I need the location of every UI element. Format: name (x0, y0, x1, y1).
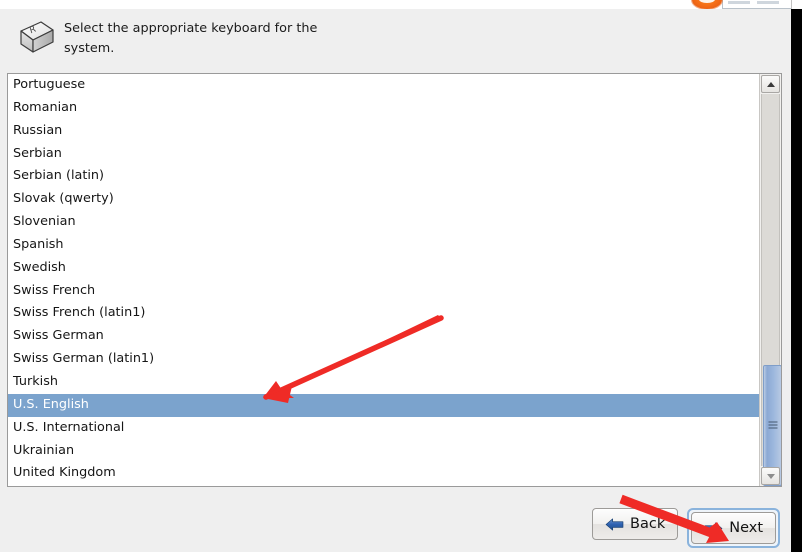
list-item[interactable]: Serbian (8, 143, 759, 166)
list-item[interactable]: Spanish (8, 234, 759, 257)
list-item[interactable]: Swiss German (latin1) (8, 348, 759, 371)
scroll-up-button[interactable] (761, 75, 780, 93)
keyboard-layout-listbox[interactable]: Portuguese Romanian Russian Serbian Serbian … (7, 73, 782, 487)
scroll-down-button[interactable] (761, 467, 780, 485)
list-item[interactable]: U.S. International (8, 417, 759, 440)
list-item[interactable]: Swiss German (8, 325, 759, 348)
next-button-label: Next (729, 519, 763, 536)
scrollbar-track[interactable] (761, 94, 781, 486)
vertical-scrollbar[interactable] (759, 74, 781, 486)
list-item[interactable]: Romanian (8, 97, 759, 120)
artifact-bar (728, 1, 750, 4)
list-item[interactable]: United Kingdom (8, 462, 759, 485)
list-item-selected[interactable]: U.S. English (8, 393, 759, 417)
next-button-focus-ring: Next (687, 508, 780, 548)
chevron-up-icon (766, 81, 775, 87)
back-button-label: Back (630, 515, 666, 532)
dialog-button-bar: Back Next (0, 508, 791, 552)
list-viewport[interactable]: Portuguese Romanian Russian Serbian Serbian … (8, 74, 759, 486)
arrow-right-icon (704, 522, 723, 534)
list-item[interactable]: Ukrainian (8, 440, 759, 463)
list-item[interactable]: Turkish (8, 371, 759, 394)
list-item[interactable]: Portuguese (8, 74, 759, 97)
right-edge-strip-top (791, 0, 802, 9)
artifact-bar (757, 1, 779, 4)
list-item[interactable]: Russian (8, 120, 759, 143)
right-edge-black-strip (791, 0, 802, 552)
keyboard-keycap-icon: R (10, 19, 56, 59)
next-button[interactable]: Next (691, 512, 776, 544)
list-item[interactable]: Slovak (qwerty) (8, 188, 759, 211)
top-screen-artifacts (0, 0, 802, 9)
list-item[interactable]: Serbian (latin) (8, 165, 759, 188)
header-section: R Select the appropriate keyboard for th… (0, 9, 791, 67)
instruction-text: Select the appropriate keyboard for the … (64, 21, 318, 56)
list-item[interactable]: Swiss French (8, 280, 759, 303)
list-item[interactable]: Swedish (8, 257, 759, 280)
chevron-down-icon (766, 473, 775, 479)
scrollbar-grip-icon (768, 421, 777, 430)
arrow-left-icon (605, 518, 624, 530)
list-item[interactable]: Slovenian (8, 211, 759, 234)
back-button[interactable]: Back (592, 508, 679, 540)
list-item[interactable]: Swiss French (latin1) (8, 302, 759, 325)
